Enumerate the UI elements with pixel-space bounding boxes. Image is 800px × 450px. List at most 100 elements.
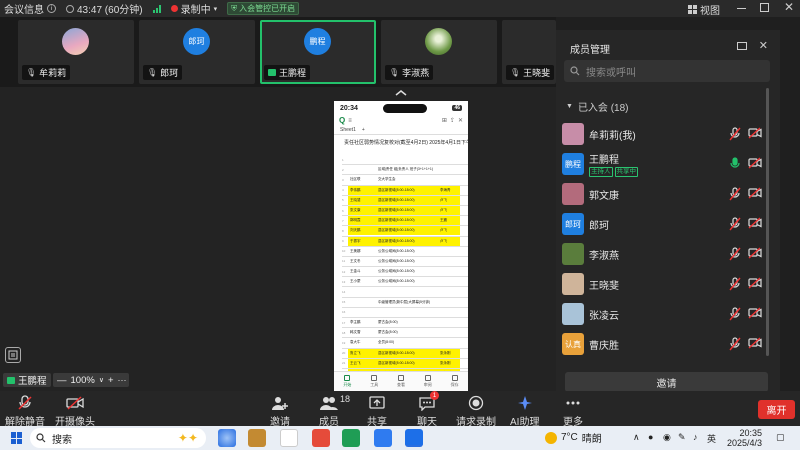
camera-off-icon[interactable] bbox=[748, 157, 762, 169]
tab-label: 开始 bbox=[343, 382, 352, 387]
sharing-speaker-tag: 王鹏程 bbox=[3, 373, 51, 387]
chevron-down-icon[interactable]: ∨ bbox=[99, 376, 104, 384]
unmute-button[interactable]: 解除静音 bbox=[5, 395, 45, 428]
member-list-item[interactable]: 认真 曹庆胜 bbox=[562, 331, 766, 357]
camera-off-icon[interactable] bbox=[748, 217, 762, 229]
camera-off-icon[interactable] bbox=[748, 307, 762, 319]
network-signal-icon bbox=[152, 4, 161, 13]
sheet-row: 17 李主鹏 蒙古会(8:00) bbox=[342, 318, 468, 329]
request-record-button[interactable]: 请求录制 bbox=[456, 395, 496, 428]
panda-app-icon[interactable] bbox=[280, 429, 298, 447]
mic-on-icon[interactable] bbox=[729, 157, 741, 171]
add-user-icon bbox=[271, 395, 289, 411]
security-badge[interactable]: ⛨ 入会管控已开启 bbox=[227, 2, 300, 15]
member-list-item[interactable]: 郎珂 郎珂 bbox=[562, 211, 766, 237]
avatar: 鹏程 bbox=[304, 28, 331, 55]
pen-tray-icon[interactable]: ✎ bbox=[678, 432, 686, 443]
video-tile[interactable]: 郎珂 🎙 郎珂 bbox=[139, 20, 255, 84]
mic-muted-icon[interactable] bbox=[729, 247, 741, 261]
invite-toolbar-button[interactable]: 邀请 bbox=[270, 395, 290, 428]
leave-meeting-button[interactable]: 离开 bbox=[758, 400, 795, 419]
mic-muted-icon: 🎙 bbox=[147, 68, 158, 77]
minimize-icon[interactable] bbox=[737, 8, 746, 9]
sheet-row: 12 王金斗 公务公域间(8:00-18:00) bbox=[342, 267, 468, 278]
share-button[interactable]: 共享 bbox=[367, 395, 387, 428]
member-list-item[interactable]: 鹏程 王鹏程 主持人 共享中 bbox=[562, 151, 766, 177]
weather-widget[interactable]: 7°C 晴朗 bbox=[545, 430, 602, 445]
member-list-item[interactable]: 张凌云 bbox=[562, 301, 766, 327]
taskbar-clock[interactable]: 20:35 2025/4/3 bbox=[724, 428, 762, 448]
zoom-level[interactable]: 100% bbox=[71, 375, 95, 386]
wechat-work-icon[interactable] bbox=[342, 429, 360, 447]
close-icon[interactable]: ✕ bbox=[784, 0, 794, 14]
sheet-cell: 县区新视域(8:00-18:00) bbox=[378, 226, 440, 236]
mic-muted-icon[interactable] bbox=[729, 277, 741, 291]
camera-off-icon[interactable] bbox=[748, 337, 762, 349]
edge-browser-icon[interactable] bbox=[218, 429, 236, 447]
video-tile-active-speaker[interactable]: 鹏程 王鹏程 bbox=[260, 20, 376, 84]
more-options-button[interactable]: ··· bbox=[115, 373, 129, 387]
view-button[interactable]: 视图 bbox=[688, 2, 720, 17]
sheet-cell: 鲁立飞 bbox=[348, 348, 378, 358]
camera-button[interactable]: 开摄像头 bbox=[55, 395, 95, 428]
sheet-row: 21 王云飞 县区新视域(8:00-18:00) 张永刚 bbox=[342, 358, 468, 369]
tencent-meeting-tray-icon[interactable]: ● bbox=[648, 432, 653, 442]
sheet-cell: 王美娜 bbox=[350, 248, 361, 253]
feishu-icon[interactable] bbox=[374, 429, 392, 447]
camera-off-icon[interactable] bbox=[748, 187, 762, 199]
speaker-tray-icon[interactable]: ♪ bbox=[693, 432, 698, 442]
search-placeholder: 搜索或呼叫 bbox=[586, 67, 636, 79]
participant-name-tag: 王鹏程 bbox=[264, 65, 311, 80]
taskbar-search-box[interactable]: 搜索 ✦✦ bbox=[30, 428, 206, 448]
mic-muted-icon[interactable] bbox=[729, 217, 741, 231]
video-tile[interactable]: 🎙 李淑燕 bbox=[381, 20, 497, 84]
file-explorer-icon[interactable] bbox=[248, 429, 266, 447]
tab-view: 查看 bbox=[397, 375, 405, 388]
sheet-cell: 社区联 bbox=[350, 177, 361, 182]
maximize-icon[interactable] bbox=[760, 3, 769, 12]
camera-off-icon[interactable] bbox=[748, 247, 762, 259]
timer-text: 43:47 (60分钟) bbox=[77, 5, 143, 16]
mic-muted-icon[interactable] bbox=[729, 127, 741, 141]
sheet-row: 5 王晓斐 县区新视域(8:00-18:00) 卢飞 bbox=[342, 195, 468, 206]
ai-assistant-button[interactable]: AI助理 bbox=[510, 395, 539, 428]
notification-icon[interactable]: ▢ bbox=[776, 432, 785, 443]
recording-indicator[interactable]: 录制中 ▾ bbox=[170, 1, 217, 16]
chat-button[interactable]: 1 聊天 bbox=[417, 391, 439, 428]
more-button[interactable]: 更多 bbox=[563, 395, 583, 428]
video-tile[interactable]: 🎙 牟莉莉 bbox=[18, 20, 134, 84]
input-method-indicator[interactable]: 英 bbox=[707, 432, 716, 445]
mic-muted-icon: 🎙 bbox=[389, 68, 400, 77]
invite-button[interactable]: 邀请 bbox=[565, 372, 768, 392]
mic-muted-icon[interactable] bbox=[729, 307, 741, 321]
tencent-meeting-icon[interactable] bbox=[405, 429, 423, 447]
zoom-in-button[interactable]: + bbox=[108, 375, 114, 386]
mic-muted-icon[interactable] bbox=[729, 337, 741, 351]
members-button[interactable]: 18 成员 bbox=[319, 394, 350, 428]
member-list-item[interactable]: 李淑燕 bbox=[562, 241, 766, 267]
member-list-scrollbar[interactable] bbox=[766, 88, 769, 356]
member-list-item[interactable]: 郭文康 bbox=[562, 181, 766, 207]
chevron-up-icon[interactable]: ∧ bbox=[633, 432, 640, 443]
member-name: 郎珂 bbox=[589, 220, 609, 232]
camera-off-icon[interactable] bbox=[748, 127, 762, 139]
member-list-item[interactable]: 牟莉莉(我) bbox=[562, 121, 766, 147]
shared-phone-screen[interactable]: 20:34 46 Q ≡ ⊞ ⇪ ✕ Sheet1 + 责任社区弱势情况复校对(… bbox=[334, 101, 468, 391]
penguin-tray-icon[interactable]: ◉ bbox=[663, 432, 671, 443]
tab-label: 查看 bbox=[396, 382, 405, 387]
member-search-input[interactable]: 搜索或呼叫 bbox=[564, 60, 770, 82]
pop-out-icon[interactable] bbox=[736, 41, 747, 50]
zoom-out-button[interactable]: — bbox=[57, 375, 67, 386]
mic-muted-icon[interactable] bbox=[729, 187, 741, 201]
windows-start-icon[interactable] bbox=[11, 432, 23, 444]
joined-section-toggle[interactable]: ▼ 已入会 (18) bbox=[566, 99, 629, 114]
video-tile[interactable]: 🎙 王晓斐 bbox=[502, 20, 556, 84]
annotation-tool-icon[interactable] bbox=[5, 347, 21, 363]
member-list-item[interactable]: 王晓斐 bbox=[562, 271, 766, 297]
camera-off-icon[interactable] bbox=[748, 277, 762, 289]
spreadsheet-grid: 1 2 区域|责任 组|负责人 班子(3+1+1+1) 3 社区联 交大学生会 4 李伟鹏 县区… bbox=[342, 155, 468, 390]
collapse-strip-icon[interactable] bbox=[393, 88, 409, 98]
close-panel-icon[interactable]: ✕ bbox=[759, 39, 768, 52]
wps-office-icon[interactable] bbox=[312, 429, 330, 447]
meeting-info-button[interactable]: 会议信息 i bbox=[4, 1, 56, 16]
